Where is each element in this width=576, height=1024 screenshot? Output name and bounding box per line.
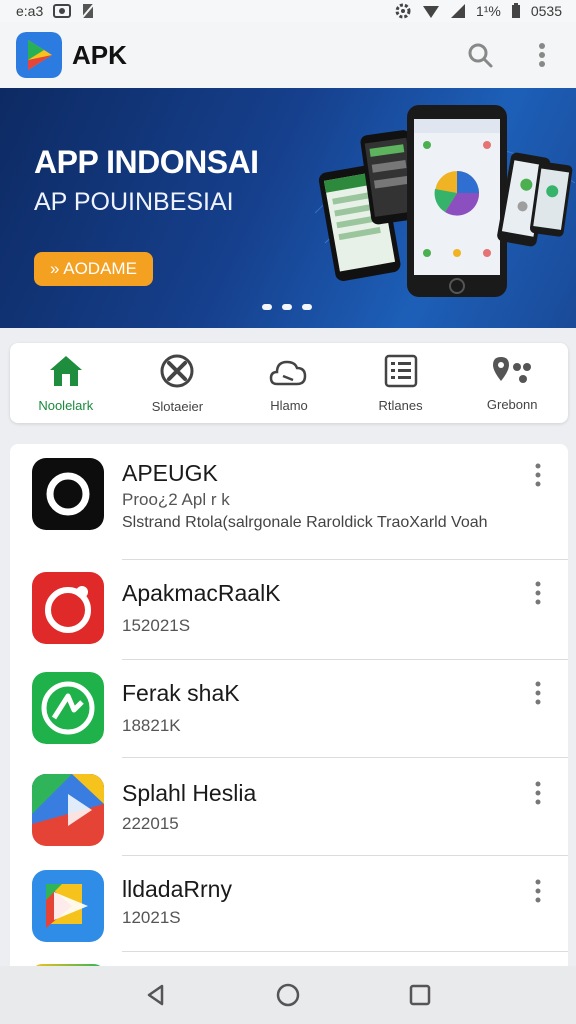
- more-vert-icon: [535, 781, 541, 805]
- app-bar: APK: [0, 22, 576, 88]
- battery-icon: [511, 3, 520, 18]
- item-overflow-button[interactable]: [526, 876, 550, 906]
- category-tab-0[interactable]: Noolelark: [10, 343, 122, 423]
- item-overflow-button[interactable]: [526, 578, 550, 608]
- more-vert-icon: [535, 581, 541, 605]
- page-dot[interactable]: [262, 304, 272, 310]
- category-tabs: Noolelark Slotaeier Hlamo Rtlanes Grebon…: [10, 343, 568, 423]
- app-name: Splahl Heslia: [122, 780, 257, 806]
- divider: [122, 951, 568, 952]
- app-subtitle: 12021S: [122, 908, 181, 927]
- category-label: Slotaeier: [151, 398, 204, 414]
- search-icon: [468, 43, 493, 68]
- cell-signal-icon: [450, 4, 465, 18]
- app-subtitle: Proo¿2 Apl r k: [122, 490, 230, 509]
- app-name: lldadaRrny: [122, 876, 232, 902]
- list-icon: [384, 354, 417, 387]
- play-triangle-app-icon: [32, 774, 104, 846]
- settings-gear-icon: [395, 3, 411, 19]
- app-name: APEUGK: [122, 460, 218, 486]
- page-dot[interactable]: [282, 304, 292, 310]
- app-name: Ferak shaK: [122, 680, 240, 706]
- category-label: Rtlanes: [378, 397, 423, 413]
- recents-icon: [409, 984, 431, 1006]
- photo-notification-icon: [53, 4, 72, 18]
- app-title: APK: [72, 39, 127, 70]
- system-nav-bar: [0, 966, 576, 1024]
- app-subtitle: 18821K: [122, 716, 181, 735]
- app-subtitle: 152021S: [122, 616, 191, 635]
- more-vert-icon: [535, 879, 541, 903]
- list-item[interactable]: Ferak shaK 18821K: [10, 660, 568, 758]
- red-bubble-app-icon: [32, 572, 104, 644]
- item-overflow-button[interactable]: [526, 778, 550, 808]
- banner-subtitle: AP POUINBESIAI: [34, 188, 234, 216]
- signal-slash-icon: [81, 3, 96, 19]
- phones-illustration: [315, 105, 575, 297]
- green-arrow-app-icon: [32, 672, 104, 744]
- banner-title: APP INDONSAI: [34, 144, 259, 180]
- category-label: Grebonn: [486, 396, 538, 412]
- tools-icon: [160, 354, 194, 387]
- app-description: Slstrand Rtola(salrgonale Raroldick Trao…: [122, 514, 488, 531]
- banner-action-button[interactable]: » AODAME: [34, 252, 153, 286]
- folder-play-app-icon: [32, 870, 104, 942]
- home-button[interactable]: [270, 977, 306, 1013]
- item-overflow-button[interactable]: [526, 460, 550, 490]
- back-button[interactable]: [138, 977, 174, 1013]
- page-dot[interactable]: [302, 304, 312, 310]
- more-vert-icon: [535, 463, 541, 487]
- item-overflow-button[interactable]: [526, 678, 550, 708]
- status-bar: e:a3 1¹% 0535: [0, 0, 576, 22]
- list-item[interactable]: APEUGK Proo¿2 Apl r k Slstrand Rtola(sal…: [10, 444, 568, 560]
- category-label: Hlamo: [270, 397, 308, 413]
- category-label: Noolelark: [38, 397, 94, 413]
- promo-banner[interactable]: APP INDONSAI AP POUINBESIAI » AODAME: [0, 88, 576, 328]
- category-tab-4[interactable]: Grebonn: [456, 343, 568, 423]
- app-name: ApakmacRaalK: [122, 580, 281, 606]
- status-time: e:a3: [16, 3, 44, 19]
- wifi-icon: [422, 6, 439, 18]
- app-list: APEUGK Proo¿2 Apl r k Slstrand Rtola(sal…: [10, 444, 568, 974]
- back-icon: [147, 984, 164, 1006]
- cloud-device-icon: [269, 360, 307, 385]
- battery-percent: 1¹%: [475, 3, 501, 19]
- banner-page-indicator[interactable]: [262, 304, 312, 310]
- home-icon: [49, 355, 82, 386]
- banner-button-label: » AODAME: [50, 259, 137, 278]
- category-tab-3[interactable]: Rtlanes: [345, 343, 457, 423]
- location-dots-icon: [493, 356, 532, 383]
- list-item[interactable]: lldadaRrny 12021S: [10, 856, 568, 952]
- list-item[interactable]: Splahl Heslia 222015: [10, 758, 568, 856]
- app-subtitle: 222015: [122, 814, 179, 833]
- apk-logo: [16, 32, 62, 78]
- category-tab-2[interactable]: Hlamo: [233, 343, 345, 423]
- more-vert-icon: [539, 43, 545, 67]
- search-button[interactable]: [462, 37, 498, 73]
- more-vert-icon: [535, 681, 541, 705]
- recents-button[interactable]: [402, 977, 438, 1013]
- category-tab-1[interactable]: Slotaeier: [122, 343, 234, 423]
- list-item[interactable]: ApakmacRaalK 152021S: [10, 560, 568, 660]
- circle-app-icon: [32, 458, 104, 530]
- status-clock-right: 0535: [530, 3, 562, 19]
- overflow-menu-button[interactable]: [524, 37, 560, 73]
- home-circle-icon: [276, 983, 300, 1007]
